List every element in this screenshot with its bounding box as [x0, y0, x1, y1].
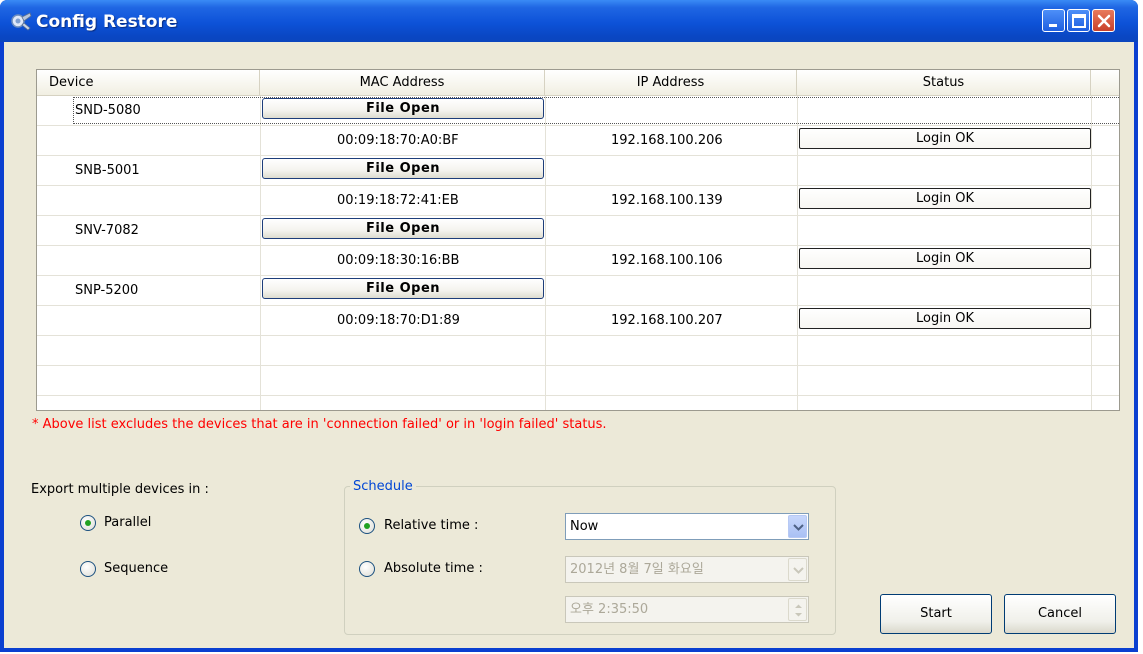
column-header-device[interactable]: Device	[37, 70, 260, 96]
status-button[interactable]: Login OK	[799, 188, 1091, 209]
device-name: SNV-7082	[75, 223, 139, 238]
absolute-date-picker[interactable]: 2012년 8월 7일 화요일	[565, 556, 809, 583]
time-spinner[interactable]	[788, 598, 807, 621]
dialog-body: Device MAC Address IP Address Status SND…	[4, 42, 1134, 648]
title-bar[interactable]: Config Restore	[0, 0, 1138, 42]
maximize-button[interactable]	[1067, 9, 1090, 32]
dropdown-button[interactable]	[788, 515, 807, 538]
device-grid: Device MAC Address IP Address Status SND…	[36, 69, 1120, 411]
absolute-time-value: 오후 2:35:50	[570, 602, 649, 617]
ip-address: 192.168.100.139	[611, 193, 723, 208]
absolute-time-radio[interactable]	[359, 561, 375, 577]
radio-selected-dot	[364, 523, 370, 529]
column-header-ip[interactable]: IP Address	[545, 70, 797, 96]
table-row[interactable]: 00:09:18:30:16:BB 192.168.100.106 Login …	[37, 246, 1119, 276]
radio-selected-dot	[85, 520, 91, 526]
mac-address: 00:19:18:72:41:EB	[337, 193, 459, 208]
window-title: Config Restore	[36, 12, 178, 32]
spin-up-down-icon	[795, 604, 802, 617]
ip-address: 192.168.100.106	[611, 253, 723, 268]
mac-address: 00:09:18:30:16:BB	[337, 253, 460, 268]
minimize-button[interactable]	[1042, 9, 1065, 32]
column-header-mac[interactable]: MAC Address	[260, 70, 545, 96]
file-open-button[interactable]: File Open	[262, 158, 544, 179]
chevron-down-icon	[793, 524, 804, 531]
relative-time-select[interactable]: Now	[565, 513, 809, 540]
table-row[interactable]: SND-5080 File Open	[37, 96, 1119, 126]
file-open-button[interactable]: File Open	[262, 278, 544, 299]
absolute-date-value: 2012년 8월 7일 화요일	[570, 562, 704, 577]
column-header-status[interactable]: Status	[797, 70, 1091, 96]
parallel-label[interactable]: Parallel	[104, 515, 151, 530]
parallel-radio[interactable]	[80, 515, 96, 531]
close-button[interactable]	[1092, 9, 1115, 32]
table-row[interactable]: 00:09:18:70:D1:89 192.168.100.207 Login …	[37, 306, 1119, 336]
mac-address: 00:09:18:70:A0:BF	[337, 133, 459, 148]
status-button[interactable]: Login OK	[799, 128, 1091, 149]
table-row[interactable]: SNB-5001 File Open	[37, 156, 1119, 186]
absolute-time-picker[interactable]: 오후 2:35:50	[565, 596, 809, 623]
grid-header: Device MAC Address IP Address Status	[37, 70, 1119, 96]
device-name: SND-5080	[75, 103, 141, 118]
minimize-icon	[1049, 24, 1057, 27]
table-row[interactable]: SNV-7082 File Open	[37, 216, 1119, 246]
file-open-button[interactable]: File Open	[262, 218, 544, 239]
close-icon	[1097, 14, 1111, 28]
relative-time-label[interactable]: Relative time :	[384, 518, 478, 533]
device-name: SNP-5200	[75, 283, 139, 298]
start-button[interactable]: Start	[880, 594, 992, 634]
table-row[interactable]: 00:09:18:70:A0:BF 192.168.100.206 Login …	[37, 126, 1119, 156]
table-row[interactable]: SNP-5200 File Open	[37, 276, 1119, 306]
empty-row	[37, 336, 1119, 366]
dropdown-button[interactable]	[788, 558, 807, 581]
ip-address: 192.168.100.206	[611, 133, 723, 148]
schedule-group-title: Schedule	[350, 479, 416, 494]
empty-row	[37, 366, 1119, 396]
sequence-radio[interactable]	[80, 561, 96, 577]
relative-time-value: Now	[570, 519, 599, 534]
mac-address: 00:09:18:70:D1:89	[337, 313, 460, 328]
device-name: SNB-5001	[75, 163, 140, 178]
row-focus-rect	[73, 97, 1119, 124]
sequence-label[interactable]: Sequence	[104, 561, 168, 576]
config-restore-window: Config Restore Device MAC Address IP Add…	[0, 0, 1138, 652]
relative-time-radio[interactable]	[359, 518, 375, 534]
app-icon	[11, 12, 32, 31]
absolute-time-label[interactable]: Absolute time :	[384, 561, 483, 576]
ip-address: 192.168.100.207	[611, 313, 723, 328]
grid-note: * Above list excludes the devices that a…	[32, 417, 607, 432]
export-label: Export multiple devices in :	[31, 482, 209, 497]
file-open-button[interactable]: File Open	[262, 98, 544, 119]
status-button[interactable]: Login OK	[799, 308, 1091, 329]
maximize-icon	[1072, 14, 1086, 28]
status-button[interactable]: Login OK	[799, 248, 1091, 269]
chevron-down-icon	[793, 567, 804, 574]
cancel-button[interactable]: Cancel	[1004, 594, 1116, 634]
table-row[interactable]: 00:19:18:72:41:EB 192.168.100.139 Login …	[37, 186, 1119, 216]
